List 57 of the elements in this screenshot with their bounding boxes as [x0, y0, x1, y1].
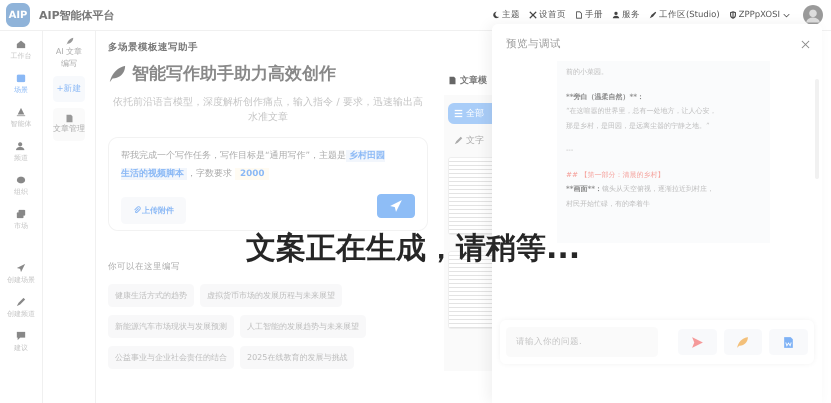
plane-icon	[16, 263, 26, 273]
copy-icon	[16, 209, 26, 219]
document-icon	[574, 11, 583, 19]
feather-icon	[64, 37, 74, 46]
chat-icon	[16, 331, 26, 341]
paperclip-icon	[133, 206, 141, 214]
loading-message: 文案正在生成，请稍等...	[246, 230, 580, 268]
suggestion-chip[interactable]: 人工智能的发展趋势与未来展望	[240, 314, 366, 338]
user-icon	[612, 11, 620, 19]
feather-icon	[108, 64, 126, 82]
pen-icon	[454, 136, 463, 145]
avatar[interactable]	[803, 5, 823, 25]
user-icon	[16, 141, 26, 151]
header-link[interactable]: 工作区(Studio)	[648, 9, 720, 21]
sub-nav-title[interactable]: AI 文章编写	[53, 37, 85, 70]
pen-icon	[648, 11, 657, 19]
send-button[interactable]	[678, 329, 717, 355]
send-button[interactable]	[377, 194, 415, 218]
document-icon	[448, 76, 457, 85]
close-icon[interactable]	[801, 40, 810, 48]
header-link[interactable]: ZPPpXOSI	[728, 10, 780, 20]
filter-tab[interactable]: 文字	[448, 130, 496, 151]
feather-icon	[736, 336, 750, 348]
suggestion-chip[interactable]: 2025在线教育的发展与挑战	[240, 346, 354, 369]
app-title: AIP智能体平台	[39, 8, 115, 22]
home-icon	[16, 39, 26, 49]
suggestion-chip[interactable]: 公益事业与企业社会责任的结合	[108, 346, 234, 369]
tools-icon	[528, 11, 537, 19]
page-subtitle: 依托前沿语言模型，深度解析创作痛点，输入指令 / 要求，迅速输出高水准文章	[112, 96, 424, 126]
document-icon	[64, 114, 74, 123]
new-button[interactable]: +新建	[53, 76, 85, 102]
send-icon	[690, 336, 704, 348]
sub-nav-item[interactable]: 文章管理	[53, 108, 85, 141]
page-title: 智能写作助手助力高效创作	[132, 63, 336, 85]
shield-icon	[728, 11, 737, 19]
word-document-icon	[782, 336, 796, 348]
word-export-button[interactable]	[769, 329, 808, 355]
header-link[interactable]: 服务	[612, 9, 640, 21]
header-link[interactable]: 设首页	[528, 9, 566, 21]
logo: AIP	[6, 3, 30, 27]
page-heading: 多场景模板速写助手	[108, 41, 199, 54]
upload-button[interactable]: 上传附件	[121, 196, 186, 224]
suggestions-label: 你可以在这里编写	[108, 260, 180, 273]
drawer-title: 预览与调试	[506, 37, 561, 51]
write-button[interactable]	[724, 329, 762, 355]
suggestion-chip[interactable]: 新能源汽车市场现状与发展预测	[108, 314, 234, 338]
suggestion-chip[interactable]: 健康生活方式的趋势	[108, 284, 194, 307]
header-link[interactable]: 主题	[492, 9, 520, 21]
send-icon	[389, 198, 403, 213]
moon-icon	[492, 11, 500, 19]
suggestion-chip[interactable]: 虚拟货币市场的发展历程与未来展望	[200, 284, 342, 307]
templates-header: 文章模	[444, 71, 496, 95]
caret-icon[interactable]	[783, 12, 790, 18]
list-icon	[454, 109, 463, 118]
pen-icon	[16, 297, 26, 307]
box-icon	[16, 73, 26, 83]
header-link[interactable]: 手册	[574, 9, 603, 21]
